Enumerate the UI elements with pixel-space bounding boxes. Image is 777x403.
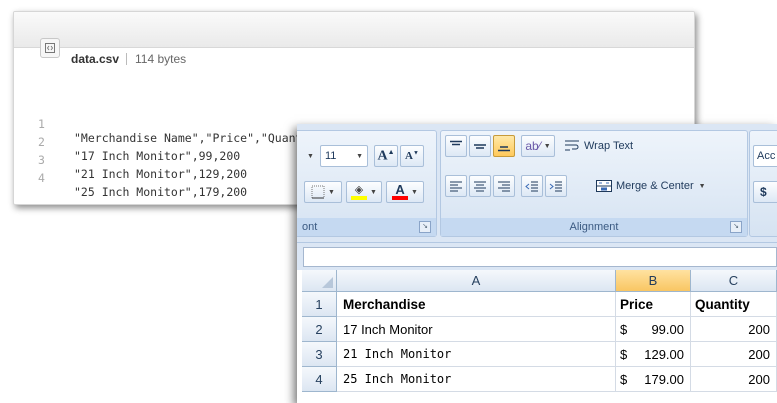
- align-top-button[interactable]: [445, 135, 467, 157]
- table-cell[interactable]: 21 Inch Monitor: [337, 342, 616, 367]
- ribbon: ▼ 11 ▼ A▲ A▼ ▼ ◈ ▼ A ▼ ont ↘ ab⁄ ▼ Wrap …: [297, 124, 777, 242]
- dialog-launcher-icon[interactable]: ↘: [730, 221, 742, 233]
- table-cell[interactable]: Quantity: [691, 292, 777, 317]
- column-header-a[interactable]: A: [337, 270, 616, 292]
- merge-center-icon: [596, 180, 612, 192]
- currency-symbol: $: [620, 347, 628, 362]
- fill-color-button[interactable]: ◈ ▼: [346, 181, 382, 203]
- shrink-font-button[interactable]: A▼: [400, 145, 424, 167]
- header-divider: [126, 53, 127, 65]
- column-header-c[interactable]: C: [691, 270, 777, 292]
- align-bottom-icon: [498, 146, 510, 152]
- currency-symbol: $: [620, 372, 628, 387]
- align-bottom-button[interactable]: [493, 135, 515, 157]
- number-group: Acc $: [749, 130, 777, 237]
- align-top-icon: [450, 140, 462, 146]
- align-center-icon: [474, 181, 486, 192]
- font-color-swatch: [392, 196, 409, 200]
- table-cell[interactable]: $ 99.00: [616, 317, 691, 342]
- currency-symbol: $: [620, 322, 628, 337]
- grow-font-icon: A▲: [377, 147, 395, 164]
- number-format-select[interactable]: Acc: [753, 145, 777, 167]
- align-center-button[interactable]: [469, 175, 491, 197]
- wrap-text-button[interactable]: Wrap Text: [563, 135, 673, 157]
- column-header-b[interactable]: B: [616, 270, 691, 292]
- align-right-icon: [498, 181, 510, 192]
- table-cell[interactable]: $ 129.00: [616, 342, 691, 367]
- increase-indent-button[interactable]: [545, 175, 567, 197]
- align-left-button[interactable]: [445, 175, 467, 197]
- formula-input[interactable]: [303, 247, 777, 267]
- alignment-group: ab⁄ ▼ Wrap Text Merge & Center ▼ Alignme…: [440, 130, 748, 237]
- paint-bucket-icon: ◈: [351, 184, 368, 200]
- shrink-font-icon: A▼: [405, 150, 419, 162]
- wrap-text-icon: [565, 140, 579, 151]
- currency-button[interactable]: $: [753, 181, 777, 203]
- file-name[interactable]: data.csv: [71, 52, 119, 66]
- file-size: 114 bytes: [135, 52, 187, 66]
- code-line: 2 "17 Inch Monitor",99,200: [14, 121, 240, 163]
- formula-bar: [297, 242, 777, 271]
- text-orientation-icon: ab⁄: [525, 139, 541, 153]
- merge-center-label: Merge & Center: [616, 180, 694, 192]
- decrease-indent-button[interactable]: [521, 175, 543, 197]
- font-color-icon: A: [392, 183, 409, 200]
- font-group-label: ont: [297, 218, 436, 236]
- chevron-down-icon: ▼: [356, 152, 363, 160]
- table-cell[interactable]: Price: [616, 292, 691, 317]
- decrease-indent-icon: [525, 181, 538, 192]
- merge-center-button[interactable]: Merge & Center ▼: [595, 175, 737, 197]
- table-cell[interactable]: 17 Inch Monitor: [337, 317, 616, 342]
- grow-font-button[interactable]: A▲: [374, 145, 398, 167]
- row-header[interactable]: 2: [302, 317, 337, 342]
- table-cell[interactable]: 200: [691, 317, 777, 342]
- select-all-corner[interactable]: [302, 270, 337, 292]
- line-content: "Merchandise Name","Price","Quantity": [74, 131, 331, 145]
- borders-icon: [311, 185, 325, 199]
- table-cell[interactable]: 200: [691, 342, 777, 367]
- table-cell[interactable]: $ 179.00: [616, 367, 691, 392]
- line-content: "21 Inch Monitor",129,200: [74, 167, 248, 181]
- font-size-select[interactable]: 11 ▼: [320, 145, 368, 167]
- currency-symbol: $: [760, 185, 767, 199]
- table-cell[interactable]: Merchandise: [337, 292, 616, 317]
- font-color-button[interactable]: A ▼: [386, 181, 424, 203]
- code-view-icon[interactable]: [40, 38, 60, 58]
- alignment-group-label: Alignment: [441, 218, 747, 236]
- row-header[interactable]: 4: [302, 367, 337, 392]
- fill-color-swatch: [351, 195, 368, 200]
- cell-value: 129.00: [644, 347, 684, 362]
- spreadsheet-window: ▼ 11 ▼ A▲ A▼ ▼ ◈ ▼ A ▼ ont ↘ ab⁄ ▼ Wrap …: [297, 124, 777, 403]
- font-group: ▼ 11 ▼ A▲ A▼ ▼ ◈ ▼ A ▼ ont ↘: [297, 130, 437, 237]
- file-header: [14, 12, 694, 48]
- borders-button[interactable]: ▼: [304, 181, 342, 203]
- cell-value: 179.00: [644, 372, 684, 387]
- row-header[interactable]: 3: [302, 342, 337, 367]
- code-line: 4 "25 Inch Monitor",179,200: [14, 157, 247, 199]
- align-middle-icon: [474, 144, 486, 149]
- number-format-value: Acc: [757, 150, 776, 162]
- increase-indent-icon: [549, 181, 562, 192]
- wrap-text-label: Wrap Text: [584, 140, 634, 152]
- table-cell[interactable]: 25 Inch Monitor: [337, 367, 616, 392]
- cell-value: 99.00: [651, 322, 684, 337]
- align-left-icon: [450, 181, 462, 192]
- font-size-value: 11: [325, 150, 337, 162]
- align-middle-button[interactable]: [469, 135, 491, 157]
- align-right-button[interactable]: [493, 175, 515, 197]
- row-header[interactable]: 1: [302, 292, 337, 317]
- code-line: 3 "21 Inch Monitor",129,200: [14, 139, 247, 181]
- dialog-launcher-icon[interactable]: ↘: [419, 221, 431, 233]
- code-line: 1 "Merchandise Name","Price","Quantity": [14, 103, 330, 145]
- worksheet-grid: A B C 1 Merchandise Price Quantity 2 17 …: [297, 270, 777, 403]
- orientation-button[interactable]: ab⁄ ▼: [521, 135, 555, 157]
- line-content: "17 Inch Monitor",99,200: [74, 149, 241, 163]
- font-name-dropdown[interactable]: ▼: [298, 145, 320, 167]
- line-content: "25 Inch Monitor",179,200: [74, 185, 248, 199]
- chevron-down-icon: ▼: [698, 182, 706, 190]
- line-number[interactable]: 4: [38, 171, 58, 185]
- table-cell[interactable]: 200: [691, 367, 777, 392]
